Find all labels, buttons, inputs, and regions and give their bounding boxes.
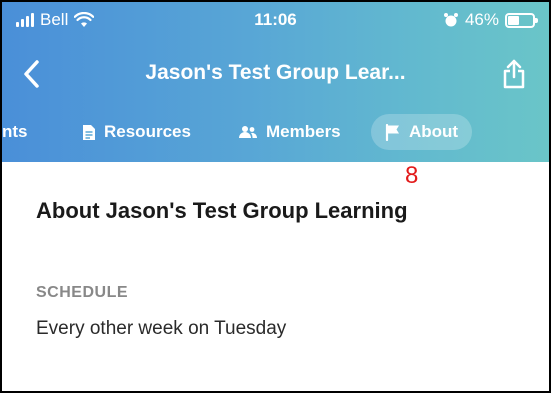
share-icon <box>503 59 525 89</box>
tab-events[interactable]: nts <box>2 114 28 150</box>
tab-resources-label: Resources <box>104 122 191 141</box>
flag-icon <box>385 123 399 141</box>
annotation-number: 8 <box>405 162 419 189</box>
tab-about-label: About <box>409 122 459 141</box>
app-screen: Bell 11:06 46% Jason's Test Group Lear..… <box>0 0 551 393</box>
about-title: About Jason's Test Group Learning <box>36 198 408 223</box>
navigation-bar: Jason's Test Group Lear... <box>2 44 549 104</box>
page-title-nav: Jason's Test Group Lear... <box>145 61 406 84</box>
tab-bar: nts Resources Members About <box>2 114 549 150</box>
tab-events-label: nts <box>2 122 28 141</box>
schedule-label: SCHEDULE <box>36 284 129 301</box>
document-icon <box>83 124 95 140</box>
people-icon <box>239 126 258 138</box>
share-button[interactable] <box>497 52 531 96</box>
tab-members[interactable]: Members <box>238 114 341 150</box>
tab-members-label: Members <box>266 122 341 141</box>
alarm-icon <box>443 13 458 27</box>
status-bar: Bell 11:06 46% <box>2 2 549 42</box>
schedule-value: Every other week on Tuesday <box>36 318 287 339</box>
battery-icon <box>505 12 538 28</box>
status-right: 46% <box>443 10 538 30</box>
tab-resources[interactable]: Resources <box>82 114 191 150</box>
tab-about[interactable]: About <box>371 114 473 150</box>
battery-percent: 46% <box>464 10 499 29</box>
